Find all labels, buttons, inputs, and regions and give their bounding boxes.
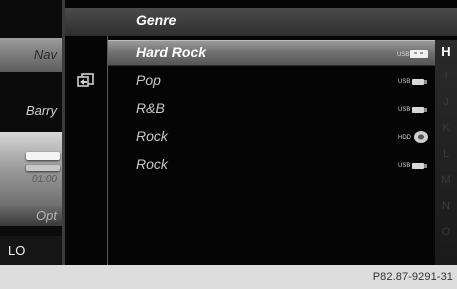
genre-label: Hard Rock [136,44,207,60]
back-icon[interactable] [75,72,95,88]
usb-icon: USB [398,163,427,169]
alphabet-letter-h[interactable]: H [435,44,457,59]
alphabet-letter-i[interactable]: I [435,70,457,82]
options-tab: Opt [0,206,63,226]
alphabet-letter-l[interactable]: L [435,148,457,160]
genre-label: R&B [136,100,165,116]
alphabet-letter-k[interactable]: K [435,122,457,134]
alphabet-letter-j[interactable]: J [435,96,457,108]
alphabet-letter-o[interactable]: O [435,226,457,238]
list-item[interactable]: R&B USB [108,96,438,122]
list-item[interactable]: Pop USB [108,68,438,94]
usb-icon: USB [398,79,427,85]
svg-text:HDD: HDD [398,135,412,141]
genre-label: Rock [136,156,168,172]
usb-icon: USB [398,107,427,113]
list-header: Genre [65,8,457,36]
usb-icon: USB [397,50,428,58]
lo-indicator: LO [0,236,64,265]
svg-text:USB: USB [397,52,409,58]
figure-footer: P82.87-9291-31 [0,265,457,289]
alphabet-letter-m[interactable]: M [435,174,457,186]
genre-label: Pop [136,72,161,88]
alphabet-letter-n[interactable]: N [435,200,457,212]
media-number: 01:00 [31,174,57,185]
background-panel: Nav Barry 01:00 Opt LO [0,0,65,265]
hdd-icon: HDD [398,131,428,143]
nav-tab: Nav [0,38,63,72]
genre-list-overlay: Genre Hard Rock USB Pop USB R&B USB Rock… [62,0,457,265]
screen: Nav Barry 01:00 Opt LO Genre Hard Rock U… [0,0,457,265]
list-item[interactable]: Rock USB [108,152,438,178]
svg-text:USB: USB [398,107,410,113]
svg-text:USB: USB [398,79,410,85]
genre-label: Rock [136,128,168,144]
alphabet-index[interactable]: H I J K L M N O [435,40,457,265]
list-item[interactable]: Hard Rock USB [108,40,438,66]
list-title: Genre [136,12,177,28]
figure-code: P82.87-9291-31 [372,271,453,283]
svg-text:USB: USB [398,163,410,169]
list-item[interactable]: Rock HDD [108,124,438,150]
device-icon [26,152,60,160]
device-shadow [26,165,60,171]
artist-label: Barry [25,103,57,118]
